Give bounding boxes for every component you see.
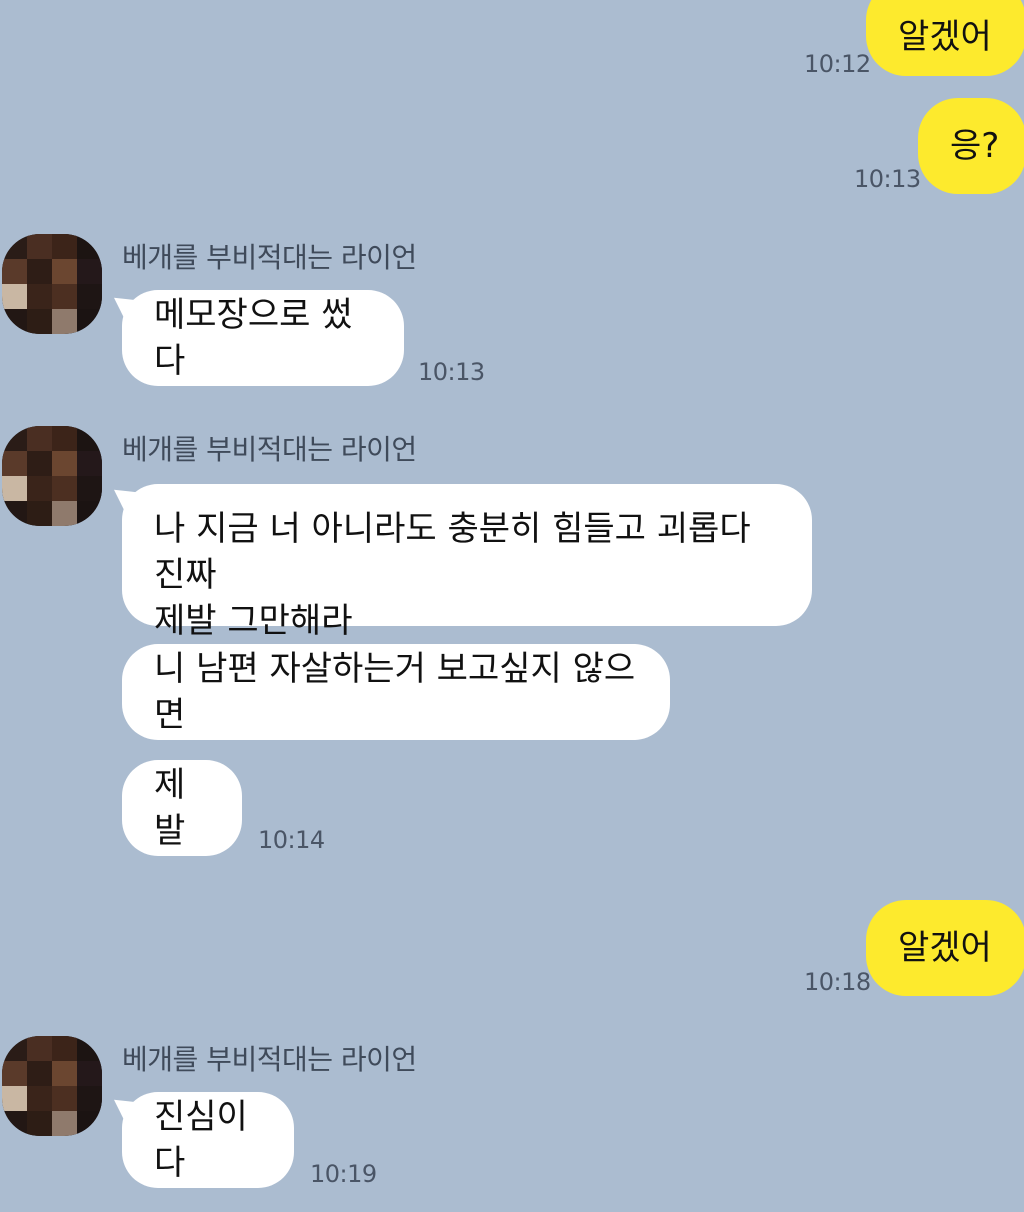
my-message-bubble[interactable]: 응? — [918, 98, 1024, 194]
message-text: 알겠어 — [898, 928, 992, 968]
message-time: 10:14 — [258, 826, 325, 854]
their-message-bubble[interactable]: 진심이다 — [122, 1092, 294, 1188]
their-message-bubble[interactable]: 나 지금 너 아니라도 충분히 힘들고 괴롭다 진짜 제발 그만해라 — [122, 484, 812, 641]
message-text: 제발 — [154, 765, 186, 851]
my-message-bubble[interactable]: 알겠어 — [866, 0, 1024, 76]
message-text: 알겠어 — [898, 17, 992, 57]
my-message-bubble[interactable]: 알겠어 — [866, 900, 1024, 996]
their-message-bubble[interactable]: 메모장으로 썼다 — [122, 290, 404, 386]
sender-name: 베개를 부비적대는 라이언 — [122, 1043, 417, 1076]
sender-avatar[interactable] — [2, 234, 102, 334]
chat-area: 알겠어 10:12 응? 10:13 베개를 부비적대는 라이언 메모장으로 썼… — [0, 0, 1024, 1212]
sender-avatar[interactable] — [2, 426, 102, 526]
message-text: 나 지금 너 아니라도 충분히 힘들고 괴롭다 진짜 제발 그만해라 — [154, 509, 751, 641]
message-time: 10:19 — [310, 1160, 377, 1188]
message-text: 응? — [950, 126, 1000, 166]
message-text: 니 남편 자살하는거 보고싶지 않으면 — [154, 649, 636, 735]
message-text: 진심이다 — [154, 1097, 248, 1183]
their-message-bubble[interactable]: 제발 — [122, 760, 242, 856]
message-time: 10:13 — [854, 165, 921, 193]
sender-name: 베개를 부비적대는 라이언 — [122, 433, 417, 466]
their-message-bubble[interactable]: 니 남편 자살하는거 보고싶지 않으면 — [122, 644, 670, 740]
message-time: 10:18 — [804, 968, 871, 996]
message-time: 10:13 — [418, 358, 485, 386]
sender-avatar[interactable] — [2, 1036, 102, 1136]
sender-name: 베개를 부비적대는 라이언 — [122, 241, 417, 274]
message-text: 메모장으로 썼다 — [154, 295, 353, 381]
message-time: 10:12 — [804, 50, 871, 78]
